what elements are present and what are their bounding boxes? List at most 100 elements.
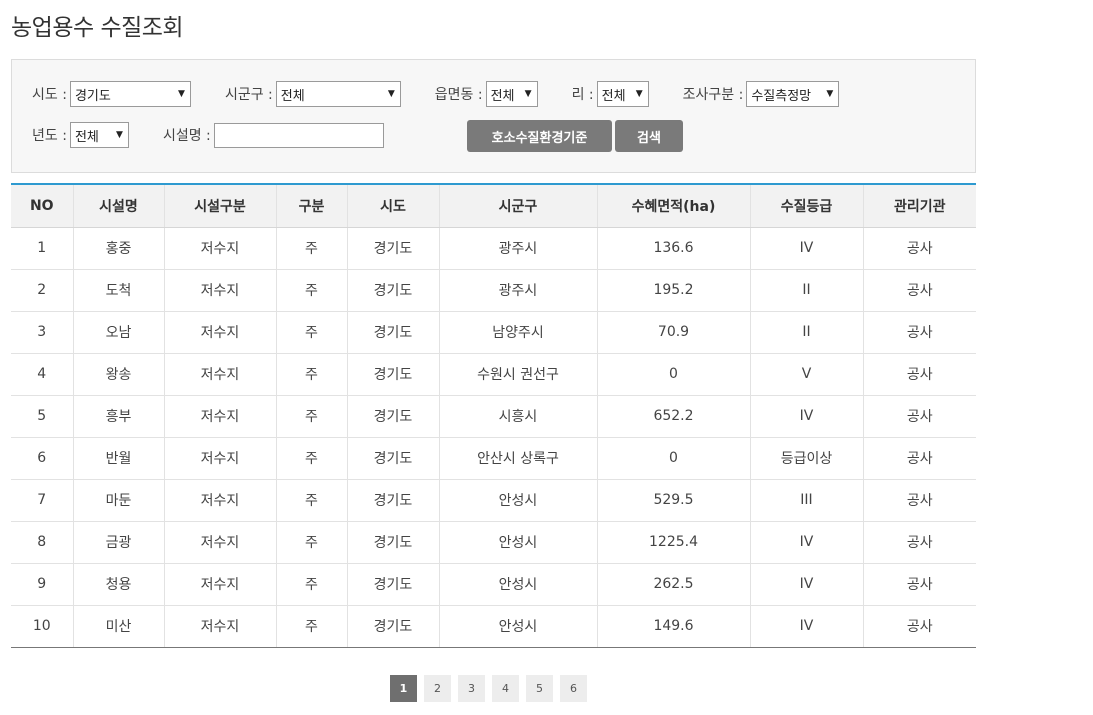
cell-category: 주	[275, 395, 347, 438]
survey-type-select[interactable]: 수질측정망 ▼	[746, 81, 840, 107]
table-row[interactable]: 7 마둔 저수지 주 경기도 안성시 529.5 III 공사	[11, 479, 976, 522]
page-button-4[interactable]: 4	[492, 675, 519, 702]
eup-select[interactable]: 전체 ▼	[485, 81, 538, 107]
cell-agency: 공사	[862, 605, 976, 648]
cell-category: 주	[275, 479, 347, 522]
cell-grade: IV	[749, 395, 863, 438]
cell-sido: 경기도	[346, 563, 439, 606]
cell-facility-name: 왕송	[72, 353, 164, 396]
table-row[interactable]: 9 청용 저수지 주 경기도 안성시 262.5 IV 공사	[11, 563, 976, 606]
table-row[interactable]: 1 홍중 저수지 주 경기도 광주시 136.6 IV 공사	[11, 227, 976, 270]
cell-grade: 등급이상	[749, 437, 863, 480]
cell-no: 3	[11, 311, 73, 354]
cell-sido: 경기도	[346, 311, 439, 354]
sido-select[interactable]: 경기도 ▼	[69, 81, 191, 107]
facility-name-input[interactable]	[213, 122, 384, 148]
cell-no: 10	[11, 605, 73, 648]
cell-no: 1	[11, 227, 73, 270]
cell-area: 652.2	[596, 395, 750, 438]
year-label: 년도 :	[32, 128, 67, 144]
cell-area: 0	[596, 353, 750, 396]
page-button-3[interactable]: 3	[458, 675, 485, 702]
page-button-1[interactable]: 1	[390, 675, 417, 702]
cell-area: 262.5	[596, 563, 750, 606]
cell-facility-type: 저수지	[163, 521, 276, 564]
cell-agency: 공사	[862, 479, 976, 522]
cell-no: 8	[11, 521, 73, 564]
cell-category: 주	[275, 311, 347, 354]
table-row[interactable]: 8 금광 저수지 주 경기도 안성시 1225.4 IV 공사	[11, 521, 976, 564]
chevron-down-icon: ▼	[387, 89, 395, 99]
eup-select-value: 전체	[490, 88, 515, 104]
table-row[interactable]: 3 오남 저수지 주 경기도 남양주시 70.9 II 공사	[11, 311, 976, 354]
cell-agency: 공사	[862, 353, 976, 396]
cell-sigungu: 안성시	[438, 563, 597, 606]
cell-no: 4	[11, 353, 73, 396]
cell-sido: 경기도	[346, 437, 439, 480]
cell-grade: III	[749, 479, 863, 522]
cell-agency: 공사	[862, 269, 976, 312]
table-row[interactable]: 10 미산 저수지 주 경기도 안성시 149.6 IV 공사	[11, 605, 976, 648]
pagination: 123456	[390, 675, 594, 702]
chevron-down-icon: ▼	[116, 130, 123, 140]
sigungu-select[interactable]: 전체 ▼	[275, 81, 401, 107]
survey-type-select-value: 수질측정망	[751, 88, 812, 104]
page-button-6[interactable]: 6	[560, 675, 587, 702]
lake-water-standard-button[interactable]: 호소수질환경기준	[467, 120, 612, 152]
cell-facility-name: 청용	[72, 563, 164, 606]
cell-grade: II	[749, 311, 863, 354]
cell-facility-type: 저수지	[163, 395, 276, 438]
cell-facility-type: 저수지	[163, 563, 276, 606]
survey-type-label: 조사구분 :	[682, 87, 744, 103]
cell-sido: 경기도	[346, 521, 439, 564]
col-header-facility-name: 시설명	[72, 183, 164, 228]
cell-facility-type: 저수지	[163, 353, 276, 396]
sido-label: 시도 :	[32, 87, 67, 103]
cell-area: 195.2	[596, 269, 750, 312]
table-row[interactable]: 5 흥부 저수지 주 경기도 시흥시 652.2 IV 공사	[11, 395, 976, 438]
sigungu-label: 시군구 :	[224, 87, 273, 103]
page-button-5[interactable]: 5	[526, 675, 553, 702]
col-header-no: NO	[11, 183, 73, 228]
cell-agency: 공사	[862, 395, 976, 438]
ri-select[interactable]: 전체 ▼	[596, 81, 649, 107]
cell-sido: 경기도	[346, 269, 439, 312]
cell-area: 529.5	[596, 479, 750, 522]
cell-facility-name: 홍중	[72, 227, 164, 270]
cell-sido: 경기도	[346, 353, 439, 396]
cell-sido: 경기도	[346, 395, 439, 438]
cell-area: 1225.4	[596, 521, 750, 564]
cell-sigungu: 광주시	[438, 227, 597, 270]
table-row[interactable]: 6 반월 저수지 주 경기도 안산시 상록구 0 등급이상 공사	[11, 437, 976, 480]
facility-name-label: 시설명 :	[162, 128, 211, 144]
ri-select-value: 전체	[601, 88, 626, 104]
cell-facility-name: 금광	[72, 521, 164, 564]
cell-facility-name: 마둔	[72, 479, 164, 522]
filter-row-2: 년도 : 전체 ▼ 시설명 :	[32, 122, 384, 148]
cell-area: 136.6	[596, 227, 750, 270]
cell-sigungu: 시흥시	[438, 395, 597, 438]
year-select-value: 전체	[74, 129, 99, 145]
chevron-down-icon: ▼	[826, 89, 834, 99]
cell-grade: IV	[749, 563, 863, 606]
water-quality-table: NO 시설명 시설구분 구분 시도 시군구 수혜면적(ha) 수질등급 관리기관…	[11, 183, 976, 648]
cell-facility-type: 저수지	[163, 269, 276, 312]
cell-grade: IV	[749, 227, 863, 270]
cell-area: 0	[596, 437, 750, 480]
chevron-down-icon: ▼	[524, 89, 532, 99]
year-select[interactable]: 전체 ▼	[69, 122, 129, 148]
col-header-category: 구분	[275, 183, 347, 228]
chevron-down-icon: ▼	[635, 89, 643, 99]
cell-sigungu: 안산시 상록구	[438, 437, 597, 480]
table-header-row: NO 시설명 시설구분 구분 시도 시군구 수혜면적(ha) 수질등급 관리기관	[11, 183, 976, 228]
cell-category: 주	[275, 563, 347, 606]
cell-category: 주	[275, 269, 347, 312]
cell-grade: V	[749, 353, 863, 396]
search-button[interactable]: 검색	[615, 120, 683, 152]
page-button-2[interactable]: 2	[424, 675, 451, 702]
table-row[interactable]: 4 왕송 저수지 주 경기도 수원시 권선구 0 V 공사	[11, 353, 976, 396]
table-row[interactable]: 2 도척 저수지 주 경기도 광주시 195.2 II 공사	[11, 269, 976, 312]
col-header-grade: 수질등급	[749, 183, 863, 228]
col-header-sigungu: 시군구	[438, 183, 597, 228]
page-title: 농업용수 수질조회	[11, 15, 184, 41]
